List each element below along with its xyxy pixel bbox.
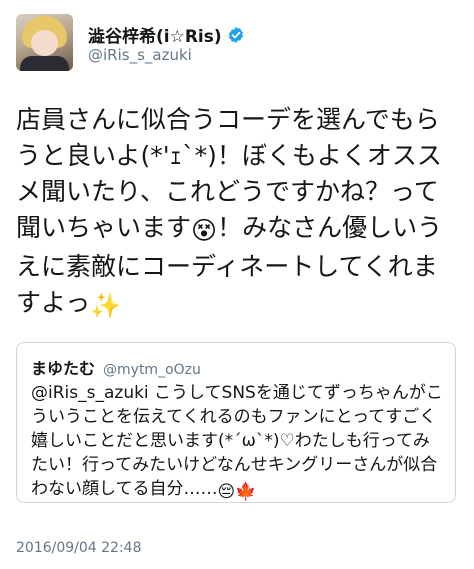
quoted-tweet-header: まゆたむ @mytm_oOzu bbox=[31, 355, 201, 379]
tweet-timestamp[interactable]: 2016/09/04 22:48 bbox=[16, 540, 142, 556]
author-display-name[interactable]: 澁谷梓希(i☆Ris) bbox=[88, 22, 222, 47]
pensive-face-emoji-icon: 😔 bbox=[217, 482, 236, 502]
maple-leaf-emoji-icon: 🍁 bbox=[235, 482, 257, 502]
author-handle[interactable]: @iRis_s_azuki bbox=[88, 46, 192, 64]
author-name-row: 澁谷梓希(i☆Ris) bbox=[88, 22, 245, 47]
tweet-text: 店員さんに似合うコーデを選んでもらうと良いよ(*'ｪ`*)！ぼくもよくオススメ聞… bbox=[16, 102, 462, 324]
quoted-tweet-card[interactable]: まゆたむ @mytm_oOzu @iRis_s_azuki こうしてSNSを通じ… bbox=[16, 342, 456, 503]
quoted-display-name: まゆたむ bbox=[31, 359, 96, 378]
quoted-tweet-text: @iRis_s_azuki こうしてSNSを通じてずっちゃんがこういうことを伝え… bbox=[31, 381, 443, 504]
dizzy-face-emoji-icon: 😵 bbox=[191, 216, 218, 245]
quoted-handle: @mytm_oOzu bbox=[103, 362, 201, 378]
avatar-face bbox=[31, 30, 58, 56]
avatar-coat bbox=[20, 56, 69, 71]
sparkles-emoji-icon: ✨ bbox=[90, 291, 122, 320]
verified-badge-icon bbox=[228, 26, 243, 43]
author-avatar[interactable] bbox=[16, 14, 73, 71]
